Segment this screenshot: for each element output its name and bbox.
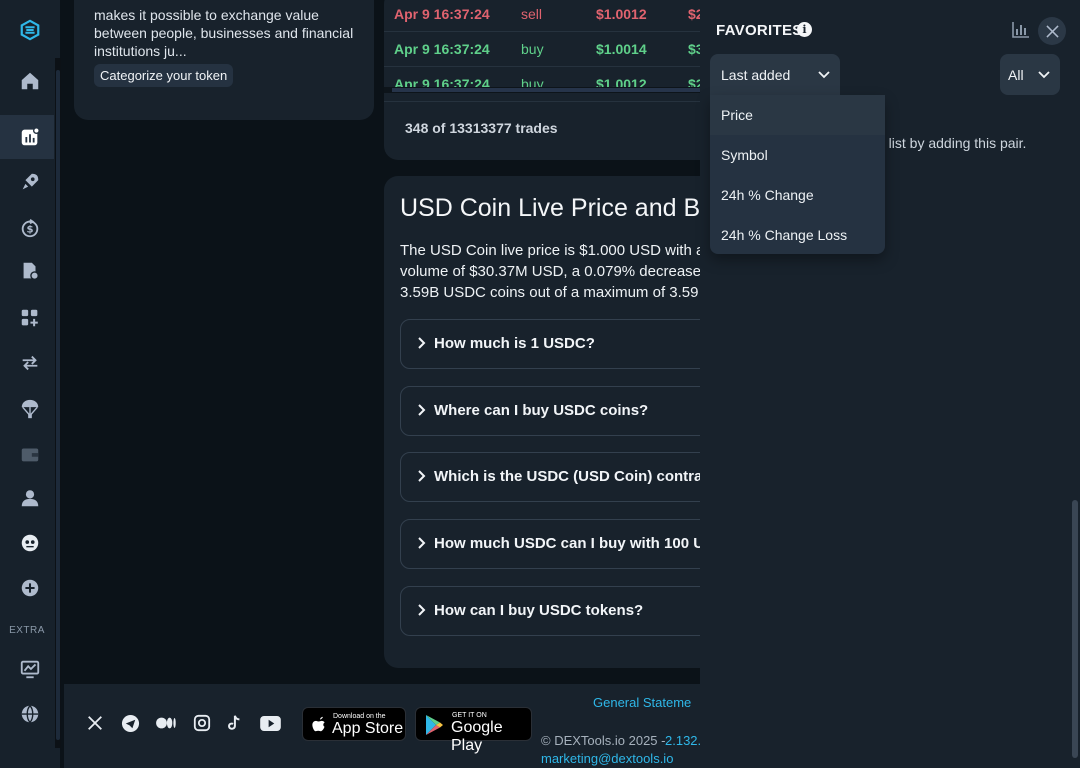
telegram-icon[interactable] [119, 712, 141, 734]
info-line: 3.59B USDC coins out of a maximum of 3.5… [400, 284, 699, 301]
trade-row[interactable]: Apr 9 16:37:24 sell $1.0012 $2 [384, 0, 724, 32]
info-icon[interactable]: i [797, 22, 812, 37]
swap-icon[interactable] [16, 349, 44, 377]
user-icon[interactable] [16, 484, 44, 512]
google-play-small-text: GET IT ON [452, 712, 487, 719]
faq-item[interactable]: How much USDC can I buy with 100 US [400, 519, 724, 569]
token-info-card: USD Coin Live Price and B The USD Coin l… [384, 176, 724, 668]
faq-question: Where can I buy USDC coins? [434, 402, 649, 419]
categorize-token-button[interactable]: Categorize your token [94, 64, 234, 87]
trade-date: Apr 9 16:37:24 [394, 6, 490, 22]
filter-select-value: All [1008, 67, 1024, 83]
x-twitter-icon[interactable] [84, 712, 106, 734]
chevron-right-icon [418, 404, 426, 416]
sort-option-label: 24h % Change [721, 187, 814, 203]
info-text: The USD Coin live price is $1.000 USD wi… [400, 240, 724, 303]
sort-option-symbol[interactable]: Symbol [710, 135, 885, 175]
trade-date: Apr 9 16:37:24 [394, 41, 490, 57]
info-line: The USD Coin live price is $1.000 USD wi… [400, 242, 705, 259]
faq-question: How much is 1 USDC? [434, 335, 595, 352]
chevron-right-icon [418, 337, 426, 349]
globe-icon[interactable] [16, 700, 44, 728]
favorites-empty-message: e list by adding this pair. [877, 135, 1027, 151]
sidebar: $ EXTRA [0, 0, 61, 768]
google-play-label: Google Play [451, 719, 503, 754]
airdrop-icon[interactable] [16, 395, 44, 423]
extra-section-label: EXTRA [9, 625, 45, 636]
wallet-icon[interactable] [16, 440, 44, 468]
sort-dropdown-menu: Price Symbol 24h % Change 24h % Change L… [710, 95, 885, 254]
sort-option-24h-change[interactable]: 24h % Change [710, 175, 885, 215]
faq-item[interactable]: How can I buy USDC tokens? [400, 586, 724, 636]
svg-text:$: $ [26, 225, 33, 236]
sidebar-scroll-thumb[interactable] [56, 70, 60, 740]
faq-item[interactable]: How much is 1 USDC? [400, 319, 724, 369]
sort-option-label: 24h % Change Loss [721, 227, 848, 243]
main-content: makes it possible to exchange value betw… [64, 0, 724, 768]
instagram-icon[interactable] [191, 712, 213, 734]
trade-price: $1.0014 [596, 41, 647, 57]
sort-select-value: Last added [721, 67, 791, 83]
token-description-card: makes it possible to exchange value betw… [74, 0, 374, 120]
sort-option-price[interactable]: Price [710, 95, 885, 135]
app-store-label: App Store [332, 720, 404, 737]
trade-row[interactable]: Apr 9 16:37:24 buy $1.0012 $2 [384, 68, 724, 102]
verified-document-icon[interactable] [16, 257, 44, 285]
dollar-cycle-icon[interactable]: $ [16, 214, 44, 242]
medium-icon[interactable] [155, 712, 177, 734]
bot-icon[interactable] [16, 529, 44, 557]
faq-item[interactable]: Where can I buy USDC coins? [400, 386, 724, 436]
trade-type: sell [521, 6, 543, 22]
chevron-right-icon [418, 470, 426, 482]
faq-question: How much USDC can I buy with 100 US [434, 535, 715, 552]
sort-select[interactable]: Last added [710, 54, 840, 95]
marketing-email-link[interactable]: marketing@dextools.io [541, 751, 673, 766]
trades-count: 348 of 13313377 trades [405, 120, 558, 136]
trades-scroll-thumb[interactable] [392, 88, 712, 92]
copyright-text: © DEXTools.io 2025 - [541, 733, 666, 748]
add-circle-icon[interactable] [16, 574, 44, 602]
trade-type: buy [521, 41, 544, 57]
chevron-right-icon [418, 537, 426, 549]
trade-row[interactable]: Apr 9 16:37:24 buy $1.0014 $3 [384, 33, 724, 67]
chart-monitor-icon[interactable] [16, 655, 44, 683]
chevron-down-icon [1038, 71, 1050, 79]
google-play-icon [426, 715, 443, 735]
home-icon[interactable] [16, 67, 44, 95]
sort-option-label: Price [721, 107, 753, 123]
pair-explorer-icon[interactable] [16, 123, 44, 151]
sort-option-label: Symbol [721, 147, 768, 163]
token-description: makes it possible to exchange value betw… [94, 7, 354, 59]
google-play-button[interactable]: GET IT ON Google Play [415, 707, 532, 754]
trades-card: Apr 9 16:37:24 sell $1.0012 $2 Apr 9 16:… [384, 0, 724, 160]
chevron-down-icon [818, 71, 830, 79]
close-button[interactable] [1038, 17, 1066, 45]
faq-item[interactable]: Which is the USDC (USD Coin) contract [400, 452, 724, 502]
chevron-right-icon [418, 604, 426, 616]
sort-option-24h-change-loss[interactable]: 24h % Change Loss [710, 215, 885, 255]
app-store-small-text: Download on the [333, 713, 386, 720]
apps-add-icon[interactable] [16, 304, 44, 332]
trade-price: $1.0012 [596, 6, 647, 22]
close-icon [1045, 24, 1059, 38]
tiktok-icon[interactable] [223, 712, 245, 734]
youtube-icon[interactable] [259, 712, 281, 734]
app-store-button[interactable]: Download on the App Store [302, 707, 406, 741]
rocket-icon[interactable] [16, 168, 44, 196]
info-title: USD Coin Live Price and B [400, 194, 701, 222]
favorites-title: FAVORITES [716, 22, 803, 39]
trades-horizontal-scrollbar[interactable] [384, 87, 724, 93]
panel-scrollbar[interactable] [1072, 500, 1078, 758]
faq-question: Which is the USDC (USD Coin) contract [434, 468, 716, 485]
bar-chart-icon[interactable] [1012, 20, 1030, 38]
info-line: volume of $30.37M USD, a 0.079% decrease [400, 263, 702, 280]
apple-icon [312, 716, 325, 732]
dextools-logo-icon[interactable] [16, 16, 44, 44]
favorites-panel: FAVORITES i Last added All e list by add… [700, 0, 1080, 768]
filter-select[interactable]: All [1000, 54, 1060, 95]
general-statement-link[interactable]: General Stateme [593, 695, 691, 710]
faq-question: How can I buy USDC tokens? [434, 602, 644, 619]
